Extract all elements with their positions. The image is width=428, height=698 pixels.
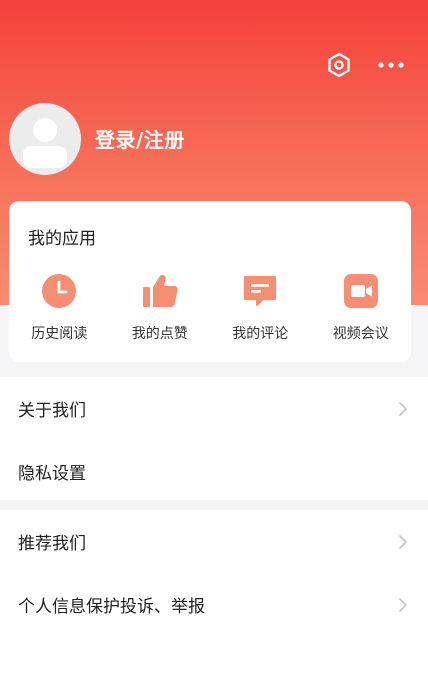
default-avatar-icon (23, 118, 67, 168)
app-history-reading[interactable]: 历史阅读 (9, 271, 110, 343)
login-register-link[interactable]: 登录/注册 (95, 124, 185, 153)
app-label: 我的评论 (232, 326, 289, 342)
menu-item-label: 隐私设置 (18, 464, 86, 484)
menu-item-recommend-us[interactable]: 推荐我们 (0, 510, 428, 573)
app-label: 视频会议 (332, 326, 389, 342)
app-my-comments[interactable]: 我的评论 (210, 271, 311, 343)
my-apps-title: 我的应用 (28, 229, 96, 249)
settings-icon[interactable] (324, 50, 354, 80)
chevron-right-icon (399, 597, 407, 612)
more-icon[interactable] (376, 50, 406, 80)
menu-item-label: 推荐我们 (18, 534, 86, 554)
section-divider (0, 500, 428, 510)
my-apps-card: 我的应用 历史阅读 我的点赞 我的评论 视频会议 (9, 201, 411, 362)
chevron-right-icon (399, 401, 407, 416)
menu-group-1: 关于我们 隐私设置 (0, 377, 428, 503)
menu-group-2: 推荐我们 个人信息保护投诉、举报 (0, 510, 428, 636)
thumbs-up-icon (140, 271, 180, 311)
app-label: 历史阅读 (31, 326, 88, 342)
menu-item-about-us[interactable]: 关于我们 (0, 377, 428, 440)
comment-icon (240, 271, 280, 311)
clock-icon (39, 271, 79, 311)
app-label: 我的点赞 (131, 326, 188, 342)
menu-item-label: 关于我们 (18, 401, 86, 421)
chevron-right-icon (399, 534, 407, 549)
my-apps-grid: 历史阅读 我的点赞 我的评论 视频会议 (9, 271, 411, 343)
top-toolbar (324, 50, 406, 80)
menu-item-privacy-settings[interactable]: 隐私设置 (0, 440, 428, 503)
app-my-likes[interactable]: 我的点赞 (110, 271, 211, 343)
video-icon (341, 271, 381, 311)
avatar[interactable] (9, 103, 81, 175)
menu-item-privacy-complaint[interactable]: 个人信息保护投诉、举报 (0, 573, 428, 636)
menu-item-label: 个人信息保护投诉、举报 (18, 597, 205, 617)
app-video-meeting[interactable]: 视频会议 (311, 271, 412, 343)
